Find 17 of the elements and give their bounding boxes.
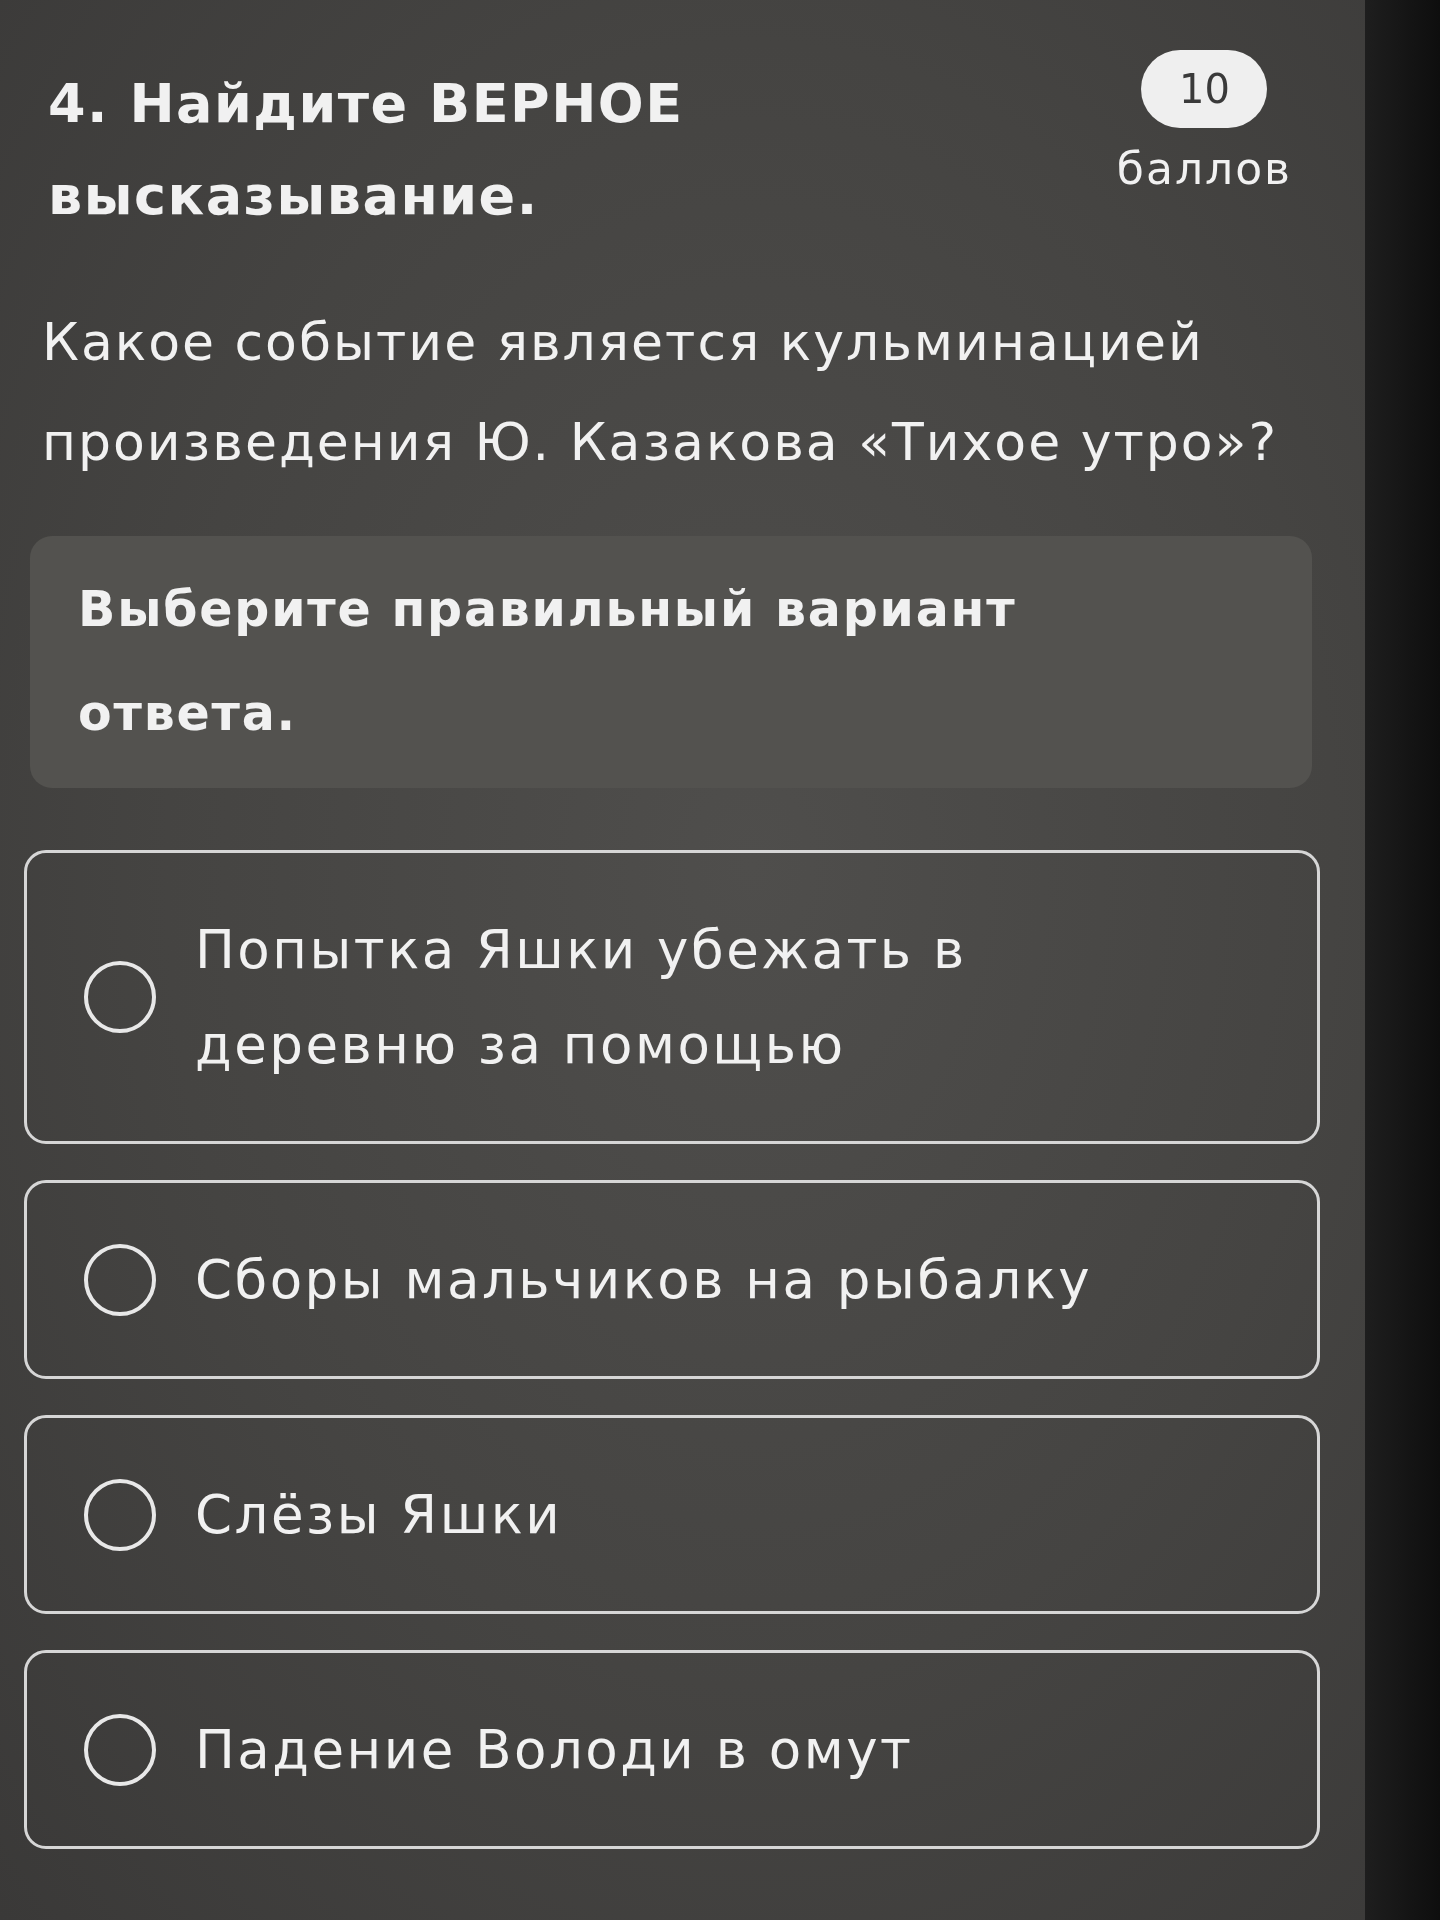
- answer-option[interactable]: Падение Володи в омут: [24, 1650, 1320, 1849]
- radio-icon[interactable]: [83, 1242, 157, 1317]
- answer-option[interactable]: Попытка Яшки убежать в деревню за помощью: [24, 850, 1320, 1144]
- answer-option[interactable]: Сборы мальчиков на рыбалку: [24, 1180, 1320, 1379]
- points-unit: баллов: [1116, 142, 1292, 196]
- option-label: Сборы мальчиков на рыбалку: [195, 1248, 1093, 1312]
- radio-icon[interactable]: [83, 1477, 157, 1552]
- points-badge: 10: [1141, 50, 1268, 128]
- option-label: Падение Володи в омут: [195, 1718, 914, 1782]
- question-title: 4. Найдите ВЕРНОЕ высказывание.: [48, 71, 685, 229]
- question-text: Какое событие является кульминацией произведения Ю. Казакова «Тихое утро»?: [42, 311, 1279, 474]
- instruction-text: Выберите правильный вариант ответа.: [78, 581, 1017, 742]
- option-label: Слёзы Яшки: [195, 1483, 563, 1547]
- answer-option[interactable]: Слёзы Яшки: [24, 1415, 1320, 1614]
- radio-icon[interactable]: [83, 1712, 157, 1787]
- radio-icon[interactable]: [83, 960, 157, 1034]
- option-label: Попытка Яшки убежать в деревню за помощью: [195, 918, 968, 1077]
